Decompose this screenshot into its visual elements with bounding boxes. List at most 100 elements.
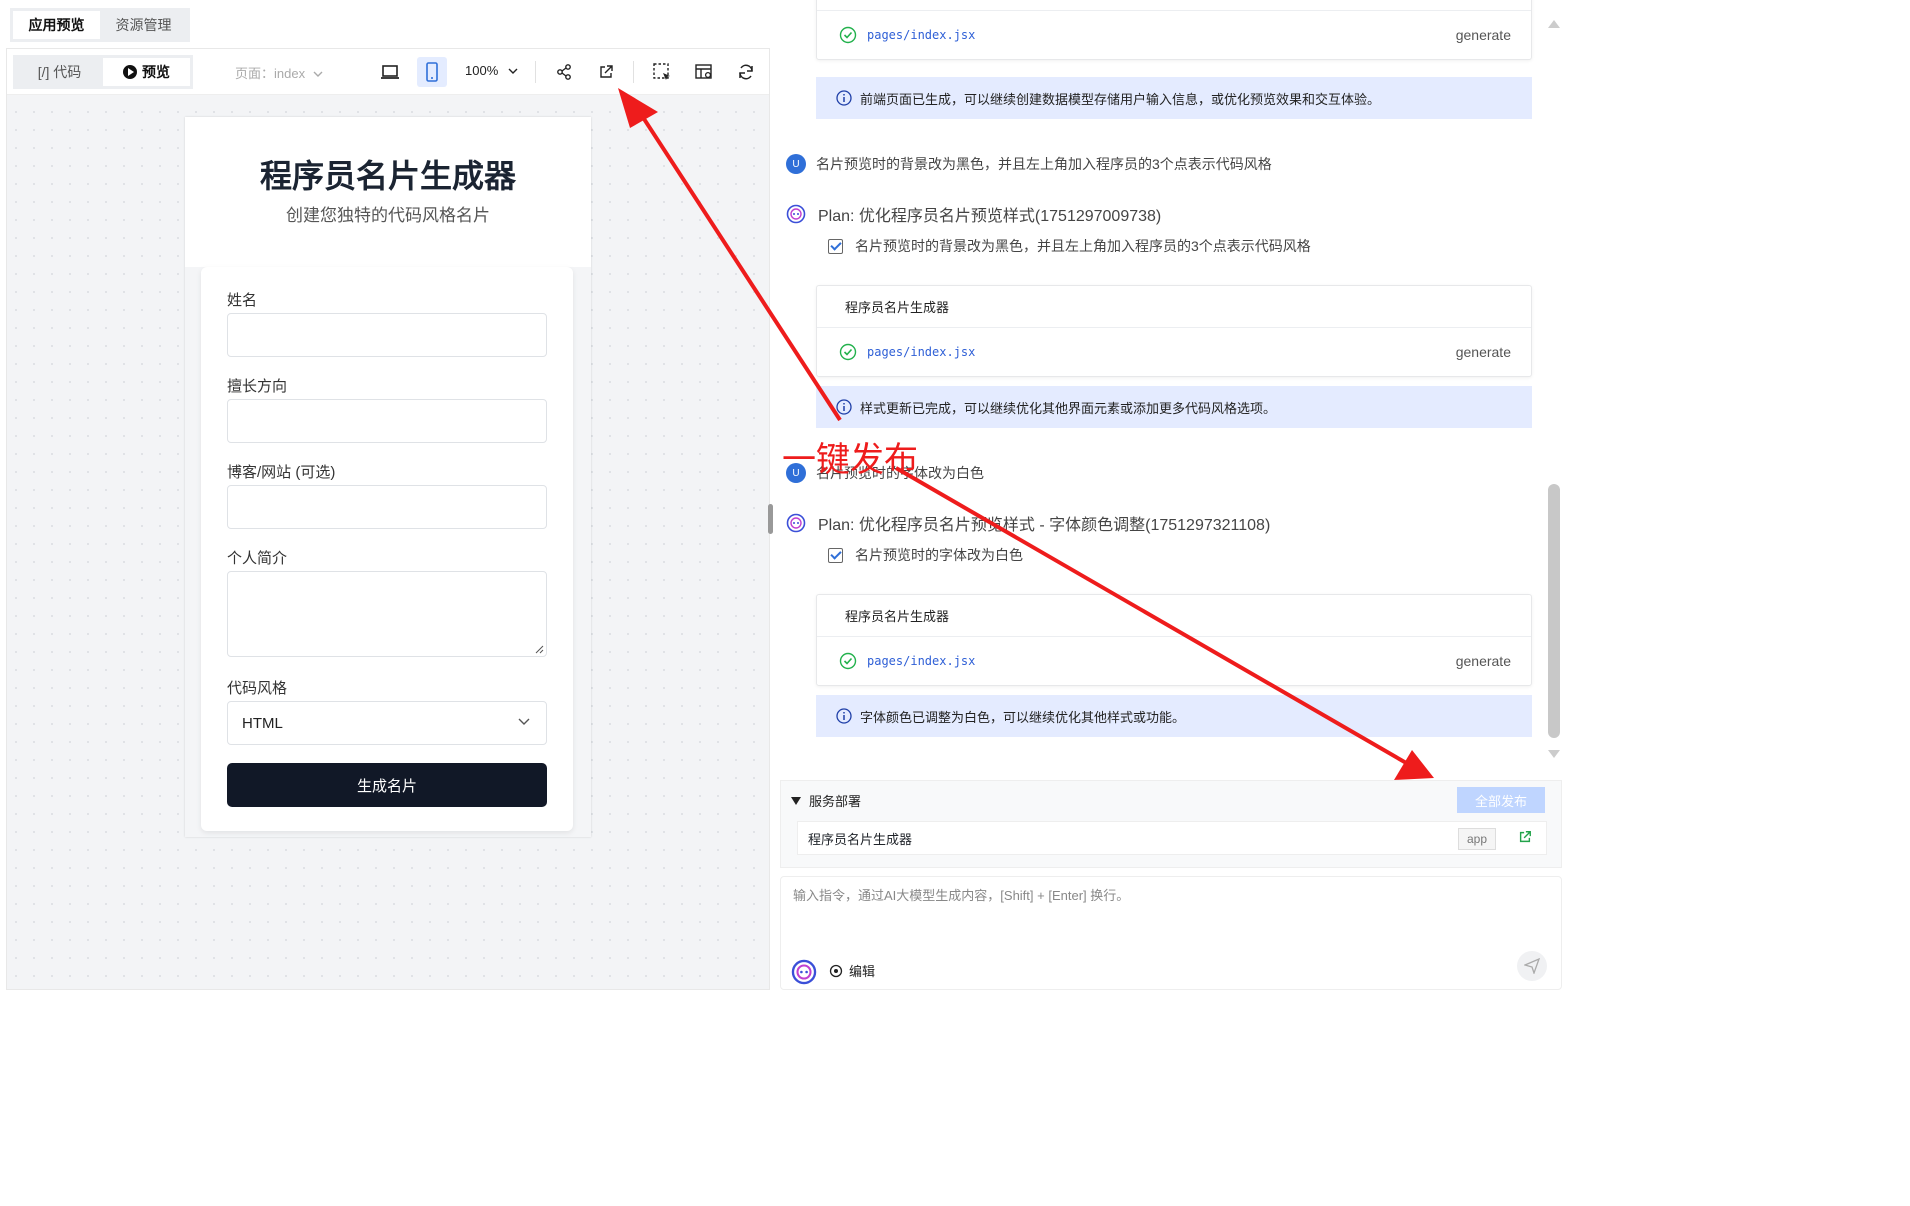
send-icon bbox=[1524, 958, 1540, 974]
select-element-button[interactable] bbox=[647, 57, 677, 87]
preview-toolbar: [/] 代码 预览 页面：index 100% bbox=[7, 49, 769, 95]
info-icon bbox=[836, 708, 852, 724]
info-text: 样式更新已完成，可以继续优化其他界面元素或添加更多代码风格选项。 bbox=[860, 400, 1277, 416]
task-checkbox[interactable] bbox=[828, 238, 843, 254]
top-tab-bar: 应用预览 资源管理 bbox=[10, 8, 190, 42]
scroll-up-arrow[interactable] bbox=[1548, 20, 1560, 28]
file-row[interactable]: pages/index.jsx generate bbox=[817, 11, 1531, 59]
generate-tag: generate bbox=[1455, 653, 1511, 669]
file-row[interactable]: pages/index.jsx generate bbox=[817, 637, 1531, 685]
mobile-view-button[interactable] bbox=[417, 57, 447, 87]
form-card: 姓名 擅长方向 博客/网站 (可选) 个人简介 代码风格 HTML 生成名片 bbox=[201, 267, 573, 831]
page-select[interactable]: 页面：index bbox=[235, 63, 323, 82]
app-title: 程序员名片生成器 bbox=[259, 158, 516, 194]
mobile-preview: 程序员名片生成器 创建您独特的代码风格名片 姓名 擅长方向 博客/网站 (可选)… bbox=[185, 117, 591, 837]
deploy-toggle[interactable]: 服务部署 bbox=[791, 791, 861, 810]
info-text: 字体颜色已调整为白色，可以继续优化其他样式或功能。 bbox=[860, 709, 1186, 725]
file-name[interactable]: pages/index.jsx bbox=[867, 28, 975, 42]
generation-card: 程序员名片生成器 pages/index.jsx generate bbox=[816, 0, 1532, 60]
external-link-icon bbox=[600, 65, 613, 78]
page-select-label: 页面：index bbox=[235, 66, 306, 81]
plan-task: 名片预览时的字体改为白色 bbox=[828, 545, 1023, 565]
name-label: 姓名 bbox=[227, 292, 258, 309]
task-checkbox[interactable] bbox=[828, 547, 843, 563]
layout-settings-button[interactable] bbox=[689, 57, 719, 87]
share-button[interactable] bbox=[549, 57, 579, 87]
prompt-composer[interactable]: 输入指令，通过AI大模型生成内容，[Shift] + [Enter] 换行。 编… bbox=[780, 876, 1562, 990]
scroll-down-arrow[interactable] bbox=[1548, 750, 1560, 758]
blog-input[interactable] bbox=[227, 485, 547, 529]
refresh-icon bbox=[739, 64, 753, 80]
specialty-label: 擅长方向 bbox=[227, 378, 288, 395]
toolbar-divider bbox=[633, 61, 634, 83]
info-message: 样式更新已完成，可以继续优化其他界面元素或添加更多代码风格选项。 bbox=[816, 386, 1532, 428]
toolbar-divider bbox=[535, 61, 536, 83]
external-link-icon[interactable] bbox=[1518, 830, 1532, 844]
preview-header: 程序员名片生成器 创建您独特的代码风格名片 bbox=[185, 117, 591, 267]
resize-handle-icon[interactable] bbox=[534, 644, 544, 654]
bio-textarea[interactable] bbox=[227, 571, 547, 657]
plan-header: Plan: 优化程序员名片预览样式 - 字体颜色调整(1751297321108… bbox=[786, 511, 1270, 535]
caret-down-icon bbox=[791, 796, 801, 805]
ai-bot-icon bbox=[786, 204, 806, 224]
mobile-icon bbox=[426, 62, 438, 82]
preview-panel: [/] 代码 预览 页面：index 100% 程序员名片生成器 创建您独特的代… bbox=[6, 48, 770, 990]
panel-resize-handle[interactable] bbox=[768, 504, 773, 534]
specialty-input[interactable] bbox=[227, 399, 547, 443]
tab-resource-management[interactable]: 资源管理 bbox=[100, 11, 187, 39]
app-window: 应用预览 资源管理 [/] 代码 预览 页面：index 100% 程序员名片生… bbox=[0, 0, 1568, 994]
preview-mode-button[interactable]: 预览 bbox=[103, 58, 190, 86]
bio-label: 个人简介 bbox=[227, 550, 288, 567]
publish-all-button[interactable]: 全部发布 bbox=[1457, 787, 1545, 813]
check-circle-icon bbox=[839, 343, 857, 361]
file-row[interactable]: pages/index.jsx generate bbox=[817, 328, 1531, 376]
generate-tag: generate bbox=[1455, 344, 1511, 360]
file-name[interactable]: pages/index.jsx bbox=[867, 654, 975, 668]
info-icon bbox=[836, 90, 852, 106]
app-type-badge: app bbox=[1458, 828, 1496, 850]
file-name[interactable]: pages/index.jsx bbox=[867, 345, 975, 359]
info-icon bbox=[836, 399, 852, 415]
card-title: 程序员名片生成器 bbox=[817, 595, 1531, 637]
code-mode-label: [/] 代码 bbox=[37, 64, 82, 80]
generate-tag: generate bbox=[1455, 27, 1511, 43]
open-external-button[interactable] bbox=[591, 57, 621, 87]
card-title: 程序员名片生成器 bbox=[817, 286, 1531, 328]
play-icon bbox=[123, 65, 137, 79]
chevron-down-icon bbox=[313, 71, 323, 77]
generation-card: 程序员名片生成器 pages/index.jsx generate bbox=[816, 285, 1532, 377]
generate-card-button[interactable]: 生成名片 bbox=[227, 763, 547, 807]
edit-button[interactable]: 编辑 bbox=[829, 961, 875, 980]
chevron-down-icon bbox=[508, 68, 518, 74]
plan-title: Plan: 优化程序员名片预览样式(1751297009738) bbox=[818, 208, 1162, 225]
deploy-app-row: 程序员名片生成器 app bbox=[797, 821, 1547, 855]
ai-bot-icon[interactable] bbox=[791, 959, 817, 985]
service-deploy-panel: 服务部署 全部发布 程序员名片生成器 app bbox=[780, 780, 1562, 868]
preview-mode-label: 预览 bbox=[142, 64, 170, 80]
task-text: 名片预览时的背景改为黑色，并且左上角加入程序员的3个点表示代码风格 bbox=[855, 238, 1311, 254]
prompt-placeholder: 输入指令，通过AI大模型生成内容，[Shift] + [Enter] 换行。 bbox=[793, 888, 1130, 903]
edit-label: 编辑 bbox=[849, 964, 876, 979]
zoom-select[interactable]: 100% bbox=[465, 63, 518, 78]
check-circle-icon bbox=[839, 26, 857, 44]
laptop-icon bbox=[381, 65, 399, 79]
zoom-value: 100% bbox=[465, 63, 499, 78]
generation-card: 程序员名片生成器 pages/index.jsx generate bbox=[816, 594, 1532, 686]
plan-header: Plan: 优化程序员名片预览样式(1751297009738) bbox=[786, 202, 1161, 226]
user-message-text: 名片预览时的背景改为黑色，并且左上角加入程序员的3个点表示代码风格 bbox=[816, 156, 1272, 172]
name-input[interactable] bbox=[227, 313, 547, 357]
deploy-header: 服务部署 bbox=[809, 794, 862, 809]
check-circle-icon bbox=[839, 652, 857, 670]
code-mode-button[interactable]: [/] 代码 bbox=[16, 58, 103, 86]
refresh-button[interactable] bbox=[731, 57, 761, 87]
style-select[interactable]: HTML bbox=[227, 701, 547, 745]
plan-title: Plan: 优化程序员名片预览样式 - 字体颜色调整(1751297321108… bbox=[818, 517, 1271, 534]
style-label: 代码风格 bbox=[227, 680, 288, 697]
tab-app-preview[interactable]: 应用预览 bbox=[13, 11, 100, 39]
target-icon bbox=[829, 964, 843, 977]
desktop-view-button[interactable] bbox=[375, 57, 405, 87]
selection-icon bbox=[653, 63, 670, 80]
send-button[interactable] bbox=[1517, 951, 1547, 981]
chat-scrollbar[interactable] bbox=[1548, 484, 1560, 738]
info-message: 字体颜色已调整为白色，可以继续优化其他样式或功能。 bbox=[816, 695, 1532, 737]
